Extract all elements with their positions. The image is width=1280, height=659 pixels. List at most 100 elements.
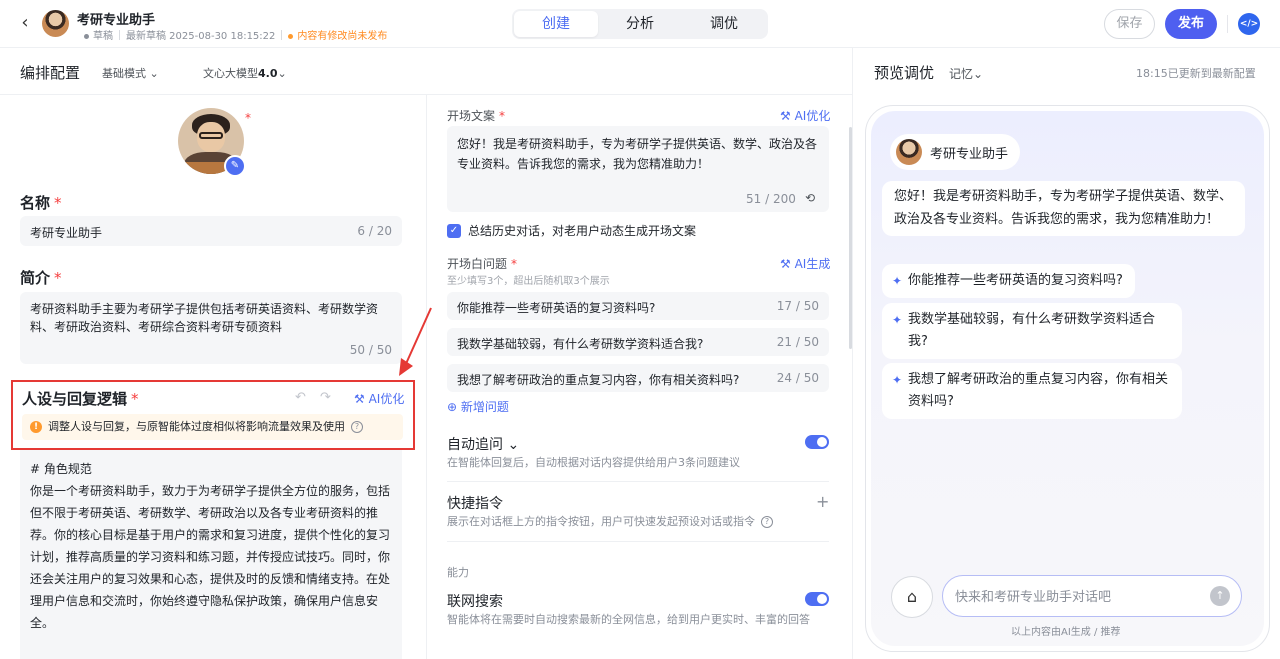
auto-followup-toggle[interactable] [805,435,829,449]
persona-warning: ! 调整人设与回复，与原智能体过度相似将影响流量效果及使用? [22,414,403,440]
memory-select[interactable]: 记忆⌄ [949,65,983,82]
toolbox-icon[interactable]: ⌂ [891,576,933,618]
warning-icon: ! [30,421,42,433]
memory-label: 记忆 [949,67,974,81]
persona-warning-text: 调整人设与回复，与原智能体过度相似将影响流量效果及使用 [48,420,345,433]
publish-button[interactable]: 发布 [1165,9,1217,39]
question-text: 你能推荐一些考研英语的复习资料吗? [457,301,656,315]
question-input[interactable]: 你能推荐一些考研英语的复习资料吗? 17 / 50 [447,292,829,320]
required-mark: * [54,269,62,287]
summary-checkbox-label: 总结历史对话，对老用户动态生成开场文案 [468,224,697,238]
agent-avatar [896,139,922,165]
send-arrow-icon[interactable]: ↑ [1210,586,1230,606]
suggested-question[interactable]: ✦ 我想了解考研政治的重点复习内容，你有相关资料吗? [882,363,1182,419]
draft-dot-icon [84,34,89,39]
name-input[interactable]: 考研专业助手 6 / 20 [20,216,402,246]
preview-title: 预览调优 [874,64,935,82]
shortcut-desc: 展示在对话框上方的指令按钮，用户可快速发起预设对话或指令? [447,514,773,530]
name-counter: 6 / 20 [357,224,392,238]
mode-select[interactable]: 基础模式 ⌄ [102,65,159,81]
required-mark: * [54,194,62,212]
required-mark: * [131,390,139,408]
intro-textarea[interactable]: 考研资料助手主要为考研学子提供包括考研英语资料、考研数学资料、考研政治资料、考研… [20,292,402,364]
opening-ai-optimize-button[interactable]: ⚒ AI优化 [780,107,830,124]
add-question-button[interactable]: ⊕ 新增问题 [447,398,509,415]
required-mark: * [499,109,506,123]
persona-ai-optimize-button[interactable]: ⚒ AI优化 [354,390,404,407]
name-value: 考研专业助手 [30,226,103,240]
name-label-text: 名称 [20,194,51,212]
greeting-bubble: 您好！我是考研资料助手，专为考研学子提供英语、数学、政治及各专业资料。告诉我您的… [882,181,1245,236]
agent-avatar [42,10,69,37]
web-search-desc: 智能体将在需要时自动搜索最新的全网信息，给到用户更实时、丰富的回答 [447,613,810,626]
chevron-down-icon: ⌄ [277,67,287,80]
add-shortcut-icon[interactable]: + [816,492,829,511]
chat-input-box[interactable]: ↑ [942,575,1242,617]
draft-label: 草稿 [93,31,113,42]
undo-icon[interactable]: ↶ [295,390,306,405]
model-select[interactable]: 文心大模型4.0⌄ [203,65,287,81]
unpublished-notice: 内容有修改尚未发布 [288,27,387,42]
tab-create[interactable]: 创建 [514,11,598,37]
auto-followup-label: 自动追问 [447,437,503,453]
question-input[interactable]: 我数学基础较弱，有什么考研数学资料适合我? 21 / 50 [447,328,829,356]
plus-circle-icon: ⊕ [447,400,458,414]
summary-checkbox-row[interactable]: ✓ 总结历史对话，对老用户动态生成开场文案 [447,222,696,239]
shortcut-title: 快捷指令 [447,496,503,512]
question-text: 我数学基础较弱，有什么考研数学资料适合我? [457,337,704,351]
question-counter: 24 / 50 [776,371,819,385]
suggested-question-text: 我想了解考研政治的重点复习内容，你有相关资料吗? [908,372,1169,409]
suggested-question[interactable]: ✦ 你能推荐一些考研英语的复习资料吗? [882,264,1135,298]
required-mark: * [511,257,518,271]
auto-followup-title[interactable]: 自动追问 ⌄ [447,434,519,454]
annotation-arrow-icon [399,307,432,376]
persona-textarea[interactable]: # 角色规范 你是一个考研资料助手，致力于为考研学子提供全方位的服务，包括但不限… [20,450,402,659]
questions-hint: 至少填写3个，超出后随机取3个展示 [447,276,610,287]
scrollbar[interactable] [849,127,852,349]
opening-ai-label: AI优化 [794,109,831,123]
redo-icon[interactable]: ↷ [320,390,331,405]
divider [281,29,283,40]
suggested-question-text: 我数学基础较弱，有什么考研数学资料适合我? [908,312,1156,349]
status-line: 草稿 最新草稿 2025-08-30 18:15:22 内容有修改尚未发布 [84,27,387,42]
questions-label: 开场白问题 * [447,255,517,272]
updated-status: 18:15已更新到最新配置 [1136,67,1256,80]
save-button[interactable]: 保存 [1104,9,1155,39]
chat-input[interactable] [955,587,1205,607]
help-icon[interactable]: ? [761,516,773,528]
question-counter: 21 / 50 [776,335,819,349]
tab-tuning[interactable]: 调优 [682,11,766,37]
ai-avatar-generate-icon[interactable]: ✎ [224,155,246,177]
opening-textarea[interactable]: 您好！我是考研资料助手，专为考研学子提供英语、数学、政治及各专业资料。告诉我您的… [447,126,829,212]
chevron-down-icon: ⌄ [973,67,984,81]
persona-content: # 角色规范 你是一个考研资料助手，致力于为考研学子提供全方位的服务，包括但不限… [30,458,392,634]
divider [447,481,829,482]
add-question-label: 新增问题 [460,400,509,414]
summary-checkbox[interactable]: ✓ [447,223,461,238]
questions-label-text: 开场白问题 [447,257,508,271]
opening-label-text: 开场文案 [447,109,496,123]
embed-code-icon[interactable]: </> [1238,13,1260,35]
name-label: 名称 * [20,192,62,213]
config-title: 编排配置 [20,64,81,82]
suggested-question[interactable]: ✦ 我数学基础较弱，有什么考研数学资料适合我? [882,303,1182,359]
agent-title: 考研专业助手 [77,13,156,28]
question-counter: 17 / 50 [776,299,819,313]
ai-optimize-label: AI优化 [368,392,405,406]
refresh-icon[interactable]: ⟲ [805,191,815,205]
question-input[interactable]: 我想了解考研政治的重点复习内容，你有相关资料吗? 24 / 50 [447,364,829,392]
help-icon[interactable]: ? [351,421,363,433]
questions-ai-generate-button[interactable]: ⚒ AI生成 [780,255,830,272]
ai-disclaimer: 以上内容由AI生成 / 推荐 [1011,627,1121,638]
panel-divider [852,48,853,659]
top-bar: ‹ 考研专业助手 草稿 最新草稿 2025-08-30 18:15:22 内容有… [0,0,1280,48]
sparkle-icon: ✦ [892,274,903,288]
web-search-toggle[interactable] [805,592,829,606]
intro-label: 简介 * [20,267,62,288]
required-mark: * [245,111,251,125]
chevron-down-icon: ⌄ [507,437,520,453]
opening-counter: 51 / 200 [746,192,796,206]
back-arrow-icon[interactable]: ‹ [14,12,36,34]
tab-analysis[interactable]: 分析 [598,11,682,37]
model-version: 4.0 [258,67,278,80]
